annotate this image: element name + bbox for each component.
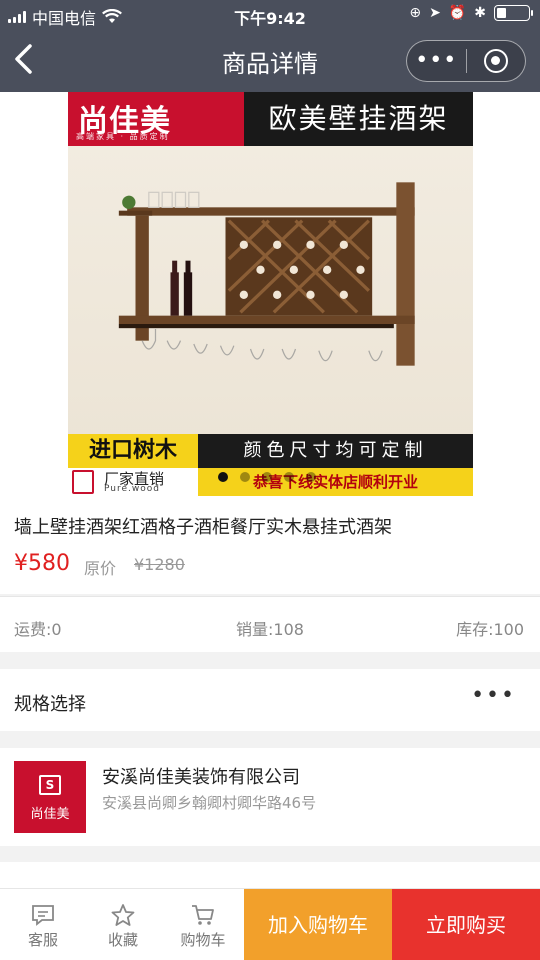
miniprogram-capsule: ••• xyxy=(406,40,526,82)
shop-name: 安溪尚佳美装饰有限公司 xyxy=(102,767,300,788)
wine-rack-illustration xyxy=(118,182,415,366)
star-icon xyxy=(111,904,135,926)
product-stats: 运费:0 销量:108 库存:100 xyxy=(0,596,540,652)
shipping-fee: 运费:0 xyxy=(14,620,62,639)
carousel-dot[interactable] xyxy=(218,472,228,482)
shop-logo-text: 尚佳美 xyxy=(30,807,70,822)
alarm-icon: ⏰ xyxy=(448,5,467,21)
carousel-dot[interactable] xyxy=(284,472,294,482)
service-label: 客服 xyxy=(27,931,58,949)
favorite-button[interactable]: 收藏 xyxy=(84,889,162,960)
cart-button[interactable]: 购物车 xyxy=(164,889,242,960)
factory-direct-badge: 厂家直销 Pure.wood xyxy=(68,468,198,496)
nav-bar: 商品详情 ••• xyxy=(0,30,540,92)
shop-logo: S 尚佳美 xyxy=(14,761,86,833)
shop-address: 安溪县尚卿乡翰卿村卿华路46号 xyxy=(102,794,317,812)
status-right: ⊕ ➤ ⏰ ✱ xyxy=(409,5,533,21)
favorite-label: 收藏 xyxy=(107,931,138,949)
shop-card[interactable]: S 尚佳美 安溪尚佳美装饰有限公司 安溪县尚卿乡翰卿村卿华路46号 xyxy=(0,748,540,846)
more-button[interactable]: ••• xyxy=(407,50,466,72)
carousel-dot[interactable] xyxy=(262,472,272,482)
more-options-icon[interactable]: ••• xyxy=(471,683,516,708)
cart-label: 购物车 xyxy=(180,931,226,949)
spec-label: 规格选择 xyxy=(14,694,86,715)
location-icon: ➤ xyxy=(429,5,441,21)
record-icon xyxy=(483,49,508,73)
product-image: 尚佳美 高端家具 · 品质定制 欧美壁挂酒架 进口树木 颜色尺寸均可定制 厂家直… xyxy=(68,92,473,496)
original-price-label: 原价 xyxy=(84,559,117,578)
close-miniprogram-button[interactable] xyxy=(466,49,525,73)
spec-selector[interactable]: 规格选择 ••• xyxy=(0,669,540,731)
chat-icon xyxy=(32,905,54,926)
carousel-dot[interactable] xyxy=(240,472,250,482)
brand-slogan: 高端家具 · 品质定制 xyxy=(76,132,170,141)
banner-headline: 欧美壁挂酒架 xyxy=(244,92,473,146)
custom-size-tag: 颜色尺寸均可定制 xyxy=(198,434,473,468)
bluetooth-icon: ✱ xyxy=(474,5,486,21)
customer-service-button[interactable]: 客服 xyxy=(4,889,82,960)
carousel-dots[interactable] xyxy=(218,472,316,482)
battery-icon xyxy=(494,5,533,21)
status-bar: 中国电信 下午9:42 ⊕ ➤ ⏰ ✱ xyxy=(0,0,540,30)
factory-logo-icon xyxy=(72,470,94,494)
sales-count: 销量:108 xyxy=(236,620,304,639)
original-price: ¥1280 xyxy=(134,555,185,574)
product-info: 墙上壁挂酒架红酒格子酒柜餐厅实木悬挂式酒架 ¥580 原价 ¥1280 xyxy=(0,496,540,594)
product-carousel[interactable]: 尚佳美 高端家具 · 品质定制 欧美壁挂酒架 进口树木 颜色尺寸均可定制 厂家直… xyxy=(0,92,540,496)
brand-logo: 尚佳美 高端家具 · 品质定制 xyxy=(68,92,244,146)
shopping-cart-icon xyxy=(192,905,214,925)
shop-logo-mark-icon: S xyxy=(39,775,61,795)
buy-now-button[interactable]: 立即购买 xyxy=(392,889,540,960)
add-to-cart-button[interactable]: 加入购物车 xyxy=(244,889,392,960)
import-wood-tag: 进口树木 xyxy=(68,434,198,468)
bottom-action-bar: 客服 收藏 购物车 加入购物车 立即购买 xyxy=(0,888,540,960)
stock-count: 库存:100 xyxy=(456,620,524,639)
product-price: ¥580 xyxy=(14,551,70,576)
carousel-dot[interactable] xyxy=(306,472,316,482)
product-title: 墙上壁挂酒架红酒格子酒柜餐厅实木悬挂式酒架 xyxy=(14,517,392,538)
factory-subtitle: Pure.wood xyxy=(104,484,160,494)
screen-lock-icon: ⊕ xyxy=(409,5,422,21)
